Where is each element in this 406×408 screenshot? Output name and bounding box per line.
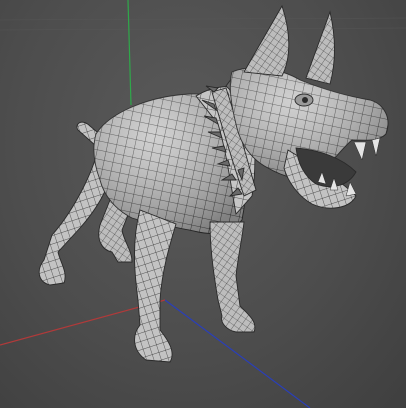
dog-front-right-leg[interactable] — [209, 221, 256, 333]
dog-model[interactable] — [38, 4, 389, 363]
y-axis-line — [127, 0, 132, 106]
viewport-canvas[interactable] — [0, 0, 406, 408]
ground-grid — [0, 17, 406, 31]
3d-viewport[interactable] — [0, 0, 406, 408]
dog-right-ear[interactable] — [305, 10, 335, 85]
dog-front-left-leg[interactable] — [134, 209, 177, 363]
dog-left-ear[interactable] — [243, 4, 290, 77]
